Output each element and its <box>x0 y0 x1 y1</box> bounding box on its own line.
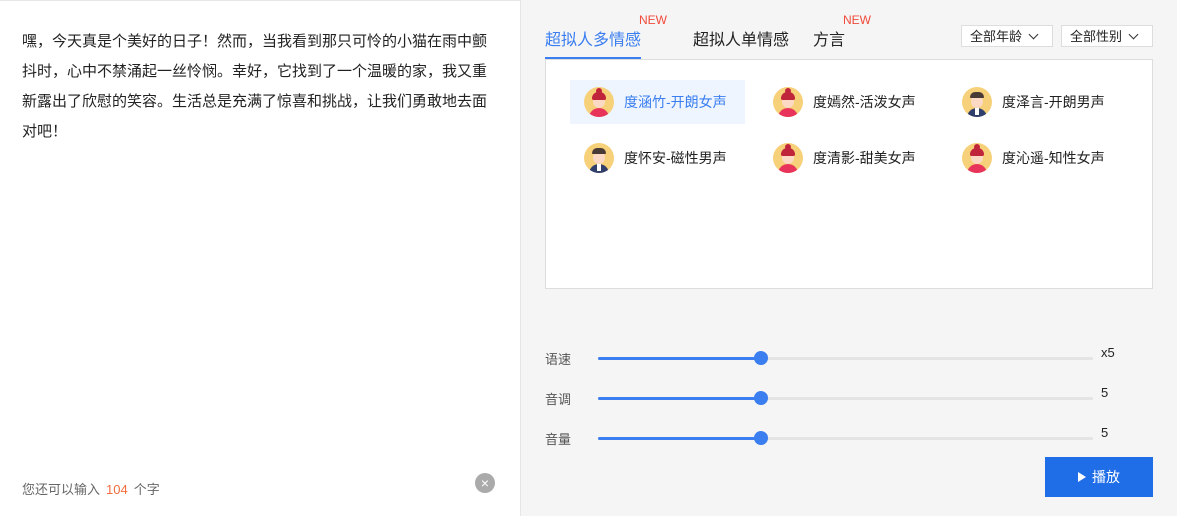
female-avatar-icon <box>773 87 803 117</box>
speed-label: 语速 <box>545 352 572 367</box>
male-avatar-icon <box>962 87 992 117</box>
female-avatar-icon <box>584 87 614 117</box>
chevron-down-icon <box>1028 29 1039 40</box>
voice-settings-panel: 超拟人多情感 NEW 超拟人单情感 方言 NEW 全部年龄 全部性别 度涵竹-开… <box>521 0 1177 516</box>
volume-slider-thumb[interactable] <box>754 431 769 445</box>
female-avatar-icon <box>773 143 803 173</box>
counter-prefix: 您还可以输入 <box>22 482 101 497</box>
tab-single-emotion[interactable]: 超拟人单情感 <box>693 26 789 50</box>
gender-filter-dropdown[interactable]: 全部性别 <box>1061 25 1153 47</box>
voice-name: 度清影-甜美女声 <box>813 150 916 166</box>
speed-value: x5 <box>1101 345 1115 360</box>
slider-fill <box>598 357 762 360</box>
pitch-label: 音调 <box>545 392 572 407</box>
slider-fill <box>598 437 762 440</box>
chevron-down-icon <box>1128 29 1139 40</box>
female-avatar-icon <box>962 143 992 173</box>
new-badge: NEW <box>843 13 871 27</box>
close-icon: × <box>480 475 490 491</box>
age-filter-value: 全部年龄 <box>970 29 1023 44</box>
voice-name: 度涵竹-开朗女声 <box>624 94 727 110</box>
pitch-slider-thumb[interactable] <box>754 391 769 405</box>
voice-item-huaian[interactable]: 度怀安-磁性男声 <box>570 136 745 180</box>
text-input-area[interactable]: 嘿，今天真是个美好的日子！然而，当我看到那只可怜的小猫在雨中颤抖时，心中不禁涌起… <box>22 27 492 147</box>
age-filter-dropdown[interactable]: 全部年龄 <box>961 25 1053 47</box>
voice-item-yanran[interactable]: 度嫣然-活泼女声 <box>759 80 934 124</box>
voice-item-zeyan[interactable]: 度泽言-开朗男声 <box>948 80 1123 124</box>
voice-item-hanzhu[interactable]: 度涵竹-开朗女声 <box>570 80 745 124</box>
tab-multi-emotion[interactable]: 超拟人多情感 <box>545 26 641 50</box>
text-editor-panel: 嘿，今天真是个美好的日子！然而，当我看到那只可怜的小猫在雨中颤抖时，心中不禁涌起… <box>0 0 521 516</box>
play-icon <box>1078 472 1086 482</box>
volume-slider[interactable] <box>598 431 1093 445</box>
voice-item-qinyao[interactable]: 度沁遥-知性女声 <box>948 136 1123 180</box>
voice-name: 度泽言-开朗男声 <box>1002 94 1105 110</box>
play-button[interactable]: 播放 <box>1045 457 1153 497</box>
voice-name: 度怀安-磁性男声 <box>624 150 727 166</box>
slider-fill <box>598 397 762 400</box>
male-avatar-icon <box>584 143 614 173</box>
remaining-count: 104 <box>106 482 128 497</box>
volume-label: 音量 <box>545 432 572 447</box>
speed-slider-thumb[interactable] <box>754 351 769 365</box>
tab-dialect[interactable]: 方言 <box>813 26 845 50</box>
voice-item-qingying[interactable]: 度清影-甜美女声 <box>759 136 934 180</box>
voice-name: 度沁遥-知性女声 <box>1002 150 1105 166</box>
speed-slider[interactable] <box>598 351 1093 365</box>
voice-name: 度嫣然-活泼女声 <box>813 94 916 110</box>
volume-value: 5 <box>1101 425 1109 440</box>
new-badge: NEW <box>639 13 667 27</box>
char-counter: 您还可以输入 104 个字 <box>22 479 160 498</box>
gender-filter-value: 全部性别 <box>1070 29 1123 44</box>
play-label: 播放 <box>1092 469 1120 485</box>
pitch-value: 5 <box>1101 385 1109 400</box>
clear-text-button[interactable]: × <box>475 473 495 493</box>
voice-list: 度涵竹-开朗女声 度嫣然-活泼女声 度泽言-开朗男声 度怀安-磁性男声 度清影-… <box>545 59 1153 289</box>
pitch-slider[interactable] <box>598 391 1093 405</box>
counter-suffix: 个字 <box>133 482 160 497</box>
